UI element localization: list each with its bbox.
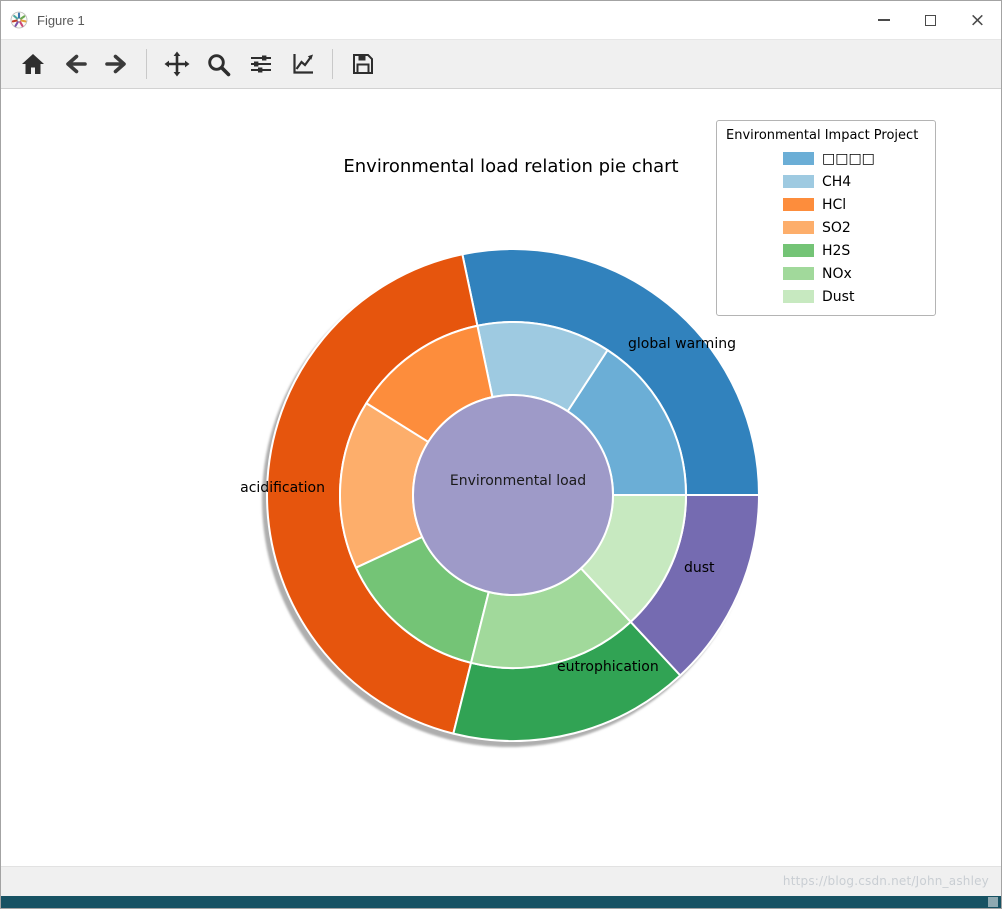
- configure-subplots-icon: [249, 52, 273, 76]
- pan-button[interactable]: [160, 48, 193, 81]
- legend-swatch-icon: [783, 221, 814, 234]
- legend-swatch-icon: [783, 267, 814, 280]
- legend-swatch-icon: [783, 175, 814, 188]
- legend-entry-label: CH4: [822, 173, 852, 190]
- configure-subplots-button[interactable]: [244, 48, 277, 81]
- bottom-bar: [1, 896, 1001, 908]
- window-title: Figure 1: [37, 12, 85, 28]
- pie-center-label: Environmental load: [449, 473, 587, 489]
- maximize-icon: [925, 14, 936, 26]
- close-icon: ×: [969, 8, 986, 31]
- matplotlib-logo-icon: [10, 11, 28, 29]
- wedge-label-eutrophication: eutrophication: [557, 659, 659, 675]
- forward-button[interactable]: [100, 48, 133, 81]
- legend-entry-5: NOx: [725, 262, 927, 285]
- home-icon: [21, 52, 45, 76]
- edit-axes-icon: [291, 52, 315, 76]
- legend-entry-3: SO2: [725, 216, 927, 239]
- toolbar-separator: [146, 49, 147, 79]
- legend-entry-label: □□□□: [822, 150, 875, 167]
- wedge-label-global-warming: global warming: [628, 336, 736, 352]
- save-button[interactable]: [346, 48, 379, 81]
- legend-entry-1: CH4: [725, 170, 927, 193]
- pan-icon: [164, 51, 190, 77]
- back-icon: [63, 52, 87, 76]
- home-button[interactable]: [16, 48, 49, 81]
- legend: Environmental Impact Project □□□□ CH4 HCl S…: [716, 120, 936, 316]
- wedge-label-dust: dust: [684, 560, 715, 576]
- legend-entries: □□□□ CH4 HCl SO2 H2S NOx Dust: [725, 147, 927, 308]
- legend-swatch-icon: [783, 244, 814, 257]
- figure-window: Figure 1 × Environmental load relation p…: [0, 0, 1002, 909]
- zoom-button[interactable]: [202, 48, 235, 81]
- window-controls: ×: [860, 1, 1001, 39]
- legend-entry-6: Dust: [725, 285, 927, 308]
- legend-entry-2: HCl: [725, 193, 927, 216]
- toolbar: [1, 39, 1001, 89]
- back-button[interactable]: [58, 48, 91, 81]
- legend-entry-label: HCl: [822, 196, 847, 213]
- minimize-button[interactable]: [860, 1, 907, 39]
- zoom-icon: [206, 52, 231, 77]
- legend-entry-label: Dust: [822, 288, 855, 305]
- legend-swatch-icon: [783, 290, 814, 303]
- legend-entry-label: SO2: [822, 219, 851, 236]
- legend-entry-4: H2S: [725, 239, 927, 262]
- maximize-button[interactable]: [907, 1, 954, 39]
- watermark-text: https://blog.csdn.net/John_ashley: [782, 874, 989, 888]
- save-icon: [351, 52, 375, 76]
- figure-canvas[interactable]: Environmental load relation pie chart gl…: [1, 89, 1001, 866]
- legend-title: Environmental Impact Project: [726, 128, 919, 143]
- legend-swatch-icon: [783, 152, 814, 165]
- minimize-icon: [877, 19, 890, 21]
- status-bar: https://blog.csdn.net/John_ashley: [1, 866, 1001, 896]
- close-button[interactable]: ×: [954, 1, 1001, 39]
- toolbar-separator: [332, 49, 333, 79]
- resize-grip[interactable]: [988, 897, 998, 907]
- edit-axes-button[interactable]: [286, 48, 319, 81]
- forward-icon: [104, 52, 129, 76]
- legend-entry-label: NOx: [822, 265, 852, 282]
- legend-entry-label: H2S: [822, 242, 851, 259]
- pie-center: [412, 394, 614, 596]
- wedge-label-acidification: acidification: [240, 480, 325, 496]
- legend-swatch-icon: [783, 198, 814, 211]
- titlebar[interactable]: Figure 1 ×: [1, 1, 1001, 39]
- legend-entry-0: □□□□: [725, 147, 927, 170]
